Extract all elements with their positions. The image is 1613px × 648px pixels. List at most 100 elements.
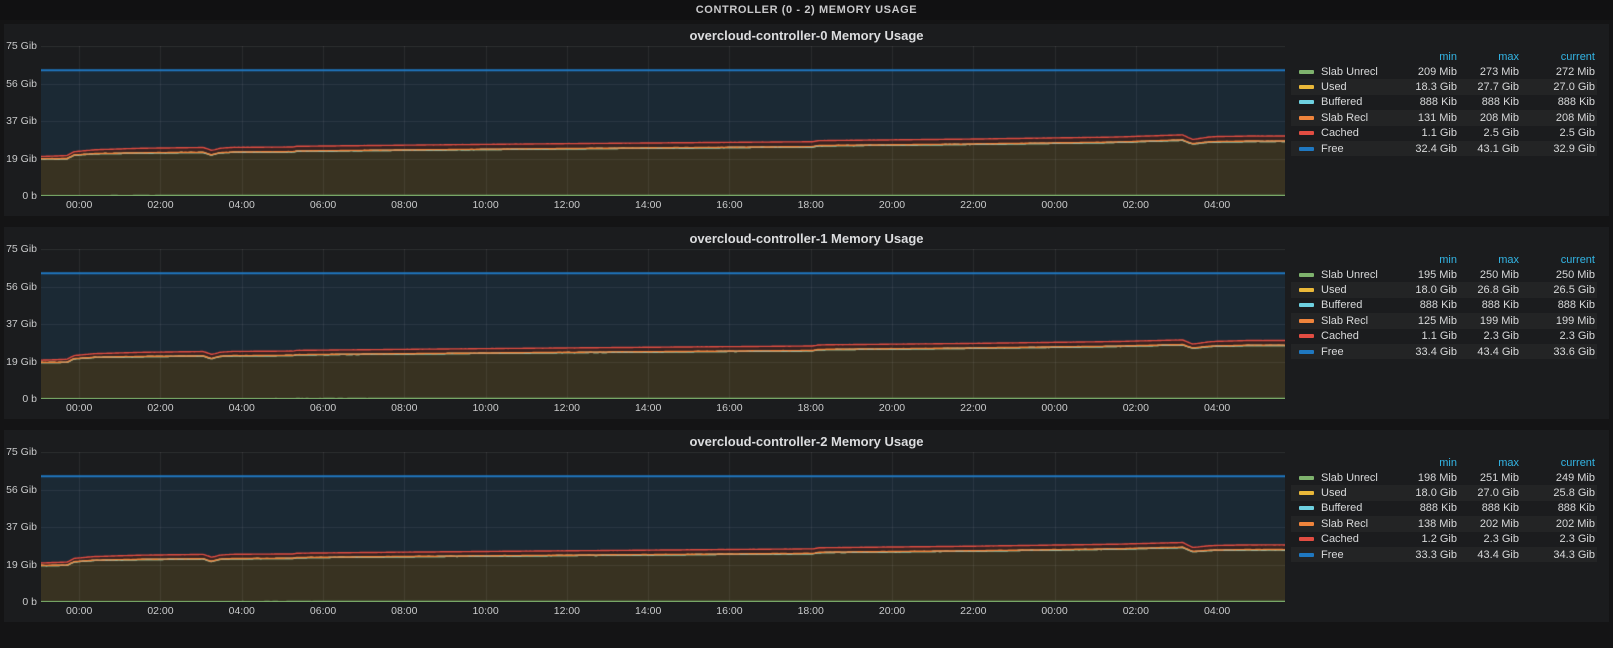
- x-axis-label: 00:00: [66, 199, 92, 211]
- legend-row: Cached1.1 Gib2.5 Gib2.5 Gib: [1291, 126, 1597, 141]
- x-axis-label: 04:00: [1204, 605, 1230, 617]
- panel-title[interactable]: overcloud-controller-0 Memory Usage: [4, 24, 1609, 46]
- legend-series-name: Cached: [1321, 127, 1359, 139]
- series-color-swatch-icon: [1299, 476, 1314, 480]
- x-axis-label: 12:00: [554, 199, 580, 211]
- series-color-swatch-icon: [1299, 319, 1314, 323]
- y-axis-label: 19 Gib: [6, 559, 37, 571]
- legend-series-toggle[interactable]: Buffered: [1299, 502, 1395, 514]
- legend-col-header[interactable]: max: [1457, 457, 1519, 469]
- legend-table: minmaxcurrentSlab Unrecl209 Mib273 Mib27…: [1291, 46, 1609, 216]
- legend-series-toggle[interactable]: Slab Recl: [1299, 518, 1395, 530]
- legend-stat-min: 888 Kib: [1395, 96, 1457, 108]
- canvas-wrap: [41, 249, 1285, 399]
- legend-row: Buffered888 Kib888 Kib888 Kib: [1291, 298, 1597, 313]
- y-axis-label: 0 b: [22, 596, 37, 608]
- series-color-swatch-icon: [1299, 116, 1314, 120]
- legend-col-header[interactable]: current: [1519, 254, 1595, 266]
- legend-stat-min: 125 Mib: [1395, 315, 1457, 327]
- legend-stat-current: 25.8 Gib: [1519, 487, 1595, 499]
- legend-stat-min: 33.4 Gib: [1395, 346, 1457, 358]
- y-axis-label: 56 Gib: [6, 78, 37, 90]
- legend-series-toggle[interactable]: Cached: [1299, 330, 1395, 342]
- y-axis-label: 19 Gib: [6, 356, 37, 368]
- legend-series-toggle[interactable]: Cached: [1299, 127, 1395, 139]
- legend-table: minmaxcurrentSlab Unrecl198 Mib251 Mib24…: [1291, 452, 1609, 622]
- legend-table: minmaxcurrentSlab Unrecl195 Mib250 Mib25…: [1291, 249, 1609, 419]
- legend-series-toggle[interactable]: Cached: [1299, 533, 1395, 545]
- series-color-swatch-icon: [1299, 537, 1314, 541]
- legend-series-toggle[interactable]: Slab Recl: [1299, 112, 1395, 124]
- legend-row: Slab Unrecl198 Mib251 Mib249 Mib: [1291, 470, 1597, 485]
- x-axis-label: 02:00: [1123, 402, 1149, 414]
- panel-body: 0 b19 Gib37 Gib56 Gib75 Gib00:0002:0004:…: [4, 452, 1609, 622]
- legend-col-header[interactable]: current: [1519, 51, 1595, 63]
- legend-series-toggle[interactable]: Used: [1299, 81, 1395, 93]
- legend-stat-current: 272 Mib: [1519, 66, 1595, 78]
- x-axis-label: 20:00: [879, 199, 905, 211]
- legend-row: Slab Unrecl195 Mib250 Mib250 Mib: [1291, 267, 1597, 282]
- x-axis-label: 22:00: [960, 199, 986, 211]
- legend-row: Free33.4 Gib43.4 Gib33.6 Gib: [1291, 344, 1597, 359]
- series-color-swatch-icon: [1299, 303, 1314, 307]
- x-axis-label: 18:00: [798, 199, 824, 211]
- memory-usage-chart[interactable]: [41, 452, 1285, 602]
- x-axis-label: 06:00: [310, 199, 336, 211]
- legend-series-name: Slab Unrecl: [1321, 269, 1378, 281]
- x-axis-label: 04:00: [229, 605, 255, 617]
- panels-container: overcloud-controller-0 Memory Usage 0 b 19…: [0, 24, 1613, 622]
- legend-stat-max: 2.5 Gib: [1457, 127, 1519, 139]
- legend-series-toggle[interactable]: Buffered: [1299, 96, 1395, 108]
- x-axis-label: 04:00: [1204, 402, 1230, 414]
- legend-series-name: Cached: [1321, 533, 1359, 545]
- x-axis-label: 18:00: [798, 402, 824, 414]
- legend-col-header[interactable]: current: [1519, 457, 1595, 469]
- legend-col-header[interactable]: max: [1457, 254, 1519, 266]
- x-axis-label: 08:00: [391, 605, 417, 617]
- legend-series-name: Buffered: [1321, 502, 1362, 514]
- legend-row: Cached1.1 Gib2.3 Gib2.3 Gib: [1291, 329, 1597, 344]
- panel-title[interactable]: overcloud-controller-1 Memory Usage: [4, 227, 1609, 249]
- legend-row: Used18.0 Gib26.8 Gib26.5 Gib: [1291, 282, 1597, 297]
- panel-title[interactable]: overcloud-controller-2 Memory Usage: [4, 430, 1609, 452]
- legend-col-header[interactable]: min: [1395, 457, 1457, 469]
- plot-region: 0 b19 Gib37 Gib56 Gib75 Gib00:0002:0004:…: [4, 452, 1291, 622]
- series-color-swatch-icon: [1299, 147, 1314, 151]
- legend-series-toggle[interactable]: Buffered: [1299, 299, 1395, 311]
- memory-usage-panel: overcloud-controller-0 Memory Usage0 b19…: [4, 24, 1609, 216]
- legend-stat-min: 1.1 Gib: [1395, 330, 1457, 342]
- x-axis-label: 02:00: [147, 402, 173, 414]
- legend-series-toggle[interactable]: Slab Unrecl: [1299, 66, 1395, 78]
- legend-stat-min: 195 Mib: [1395, 269, 1457, 281]
- x-axis-label: 06:00: [310, 402, 336, 414]
- legend-stat-min: 198 Mib: [1395, 472, 1457, 484]
- legend-series-toggle[interactable]: Used: [1299, 284, 1395, 296]
- legend-series-toggle[interactable]: Slab Unrecl: [1299, 472, 1395, 484]
- canvas-wrap: [41, 46, 1285, 196]
- legend-series-toggle[interactable]: Slab Unrecl: [1299, 269, 1395, 281]
- legend-stat-max: 27.0 Gib: [1457, 487, 1519, 499]
- legend-stat-current: 26.5 Gib: [1519, 284, 1595, 296]
- legend-series-toggle[interactable]: Free: [1299, 346, 1395, 358]
- legend-col-header[interactable]: min: [1395, 254, 1457, 266]
- legend-stat-max: 27.7 Gib: [1457, 81, 1519, 93]
- x-axis-label: 10:00: [472, 402, 498, 414]
- legend-stat-max: 888 Kib: [1457, 96, 1519, 108]
- legend-series-name: Buffered: [1321, 96, 1362, 108]
- y-axis-label: 56 Gib: [6, 281, 37, 293]
- legend-series-toggle[interactable]: Free: [1299, 549, 1395, 561]
- legend-stat-min: 209 Mib: [1395, 66, 1457, 78]
- legend-stat-current: 27.0 Gib: [1519, 81, 1595, 93]
- legend-series-toggle[interactable]: Slab Recl: [1299, 315, 1395, 327]
- legend-col-header[interactable]: min: [1395, 51, 1457, 63]
- legend-stat-current: 888 Kib: [1519, 96, 1595, 108]
- dashboard-row-header[interactable]: CONTROLLER (0 - 2) MEMORY USAGE: [0, 0, 1613, 20]
- legend-col-header[interactable]: max: [1457, 51, 1519, 63]
- legend-header-row: minmaxcurrent: [1291, 455, 1597, 470]
- legend-series-toggle[interactable]: Used: [1299, 487, 1395, 499]
- x-axis-label: 22:00: [960, 402, 986, 414]
- legend-series-name: Slab Unrecl: [1321, 472, 1378, 484]
- memory-usage-chart[interactable]: [41, 249, 1285, 399]
- memory-usage-chart[interactable]: [41, 46, 1285, 196]
- legend-series-toggle[interactable]: Free: [1299, 143, 1395, 155]
